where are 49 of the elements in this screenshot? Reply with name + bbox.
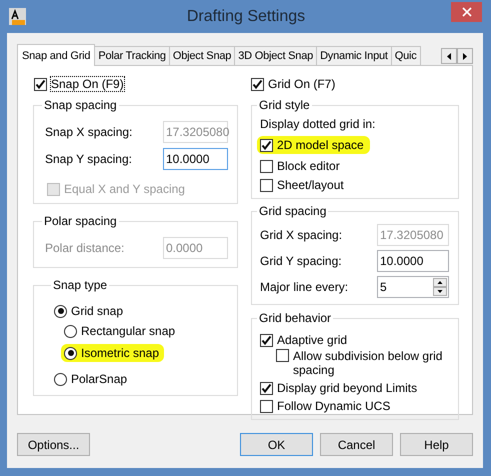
close-icon [462, 6, 472, 16]
spinner-arrows-icon[interactable] [433, 278, 447, 296]
checkbox[interactable]: Allow subdivision below grid spacing [276, 349, 453, 377]
tab[interactable]: Snap and Grid [17, 44, 96, 66]
checkmark-icon [261, 382, 272, 394]
radio-button[interactable]: PolarSnap [54, 372, 130, 386]
input-field[interactable]: 5 [377, 276, 449, 298]
checkmark-icon [252, 78, 263, 90]
app-icon [9, 8, 26, 25]
group-title: Snap spacing [43, 98, 118, 112]
field-label: Polar distance: [45, 241, 124, 255]
snap-on-checkbox[interactable]: Snap On (F9) [33, 77, 125, 91]
field-label: Snap Y spacing: [45, 152, 132, 166]
dialog-button[interactable]: Help [400, 433, 473, 456]
window-title: Drafting Settings [186, 8, 306, 26]
group-title: Snap type [52, 278, 108, 292]
radio-button[interactable]: Isometric snap [61, 344, 164, 362]
group-title: Grid spacing [258, 204, 328, 218]
dialog-button[interactable]: Options... [17, 433, 90, 456]
close-button[interactable] [451, 2, 482, 22]
checkmark-icon [261, 140, 272, 150]
group-title: Polar spacing [43, 214, 118, 228]
field-label: Grid X spacing: [260, 228, 342, 242]
group-title: Grid behavior [258, 311, 332, 325]
radio-button[interactable]: Rectangular snap [64, 324, 178, 338]
grid-on-checkbox[interactable]: Grid On (F7) [250, 77, 336, 91]
input-field[interactable]: 10.0000 [163, 148, 228, 170]
radio-button[interactable]: Grid snap [54, 304, 126, 318]
checkbox[interactable]: 2D model space [257, 136, 370, 154]
group-title: Grid style [258, 98, 311, 112]
field-label: Grid Y spacing: [260, 254, 342, 268]
input-field[interactable]: 10.0000 [377, 250, 449, 272]
field-label: Snap X spacing: [45, 125, 132, 139]
checkbox[interactable]: Display grid beyond Limits [260, 381, 418, 395]
checkbox[interactable]: Adaptive grid [260, 333, 348, 347]
dialog-button[interactable]: Cancel [320, 433, 393, 456]
checkbox[interactable]: Follow Dynamic UCS [260, 399, 390, 413]
scroll-left-button[interactable] [441, 48, 457, 64]
caption-text: Display dotted grid in: [260, 117, 376, 131]
checkbox[interactable]: Block editor [260, 159, 340, 173]
field-label: Major line every: [260, 280, 348, 294]
scroll-right-button[interactable] [457, 48, 473, 64]
tab[interactable]: Quic [390, 46, 421, 65]
left-arrow-icon [447, 52, 451, 60]
dialog-button[interactable]: OK [240, 433, 313, 456]
checkmark-icon [261, 334, 272, 346]
right-arrow-icon [463, 52, 467, 60]
checkbox[interactable]: Sheet/layout [260, 178, 344, 192]
checkmark-icon [35, 78, 46, 90]
